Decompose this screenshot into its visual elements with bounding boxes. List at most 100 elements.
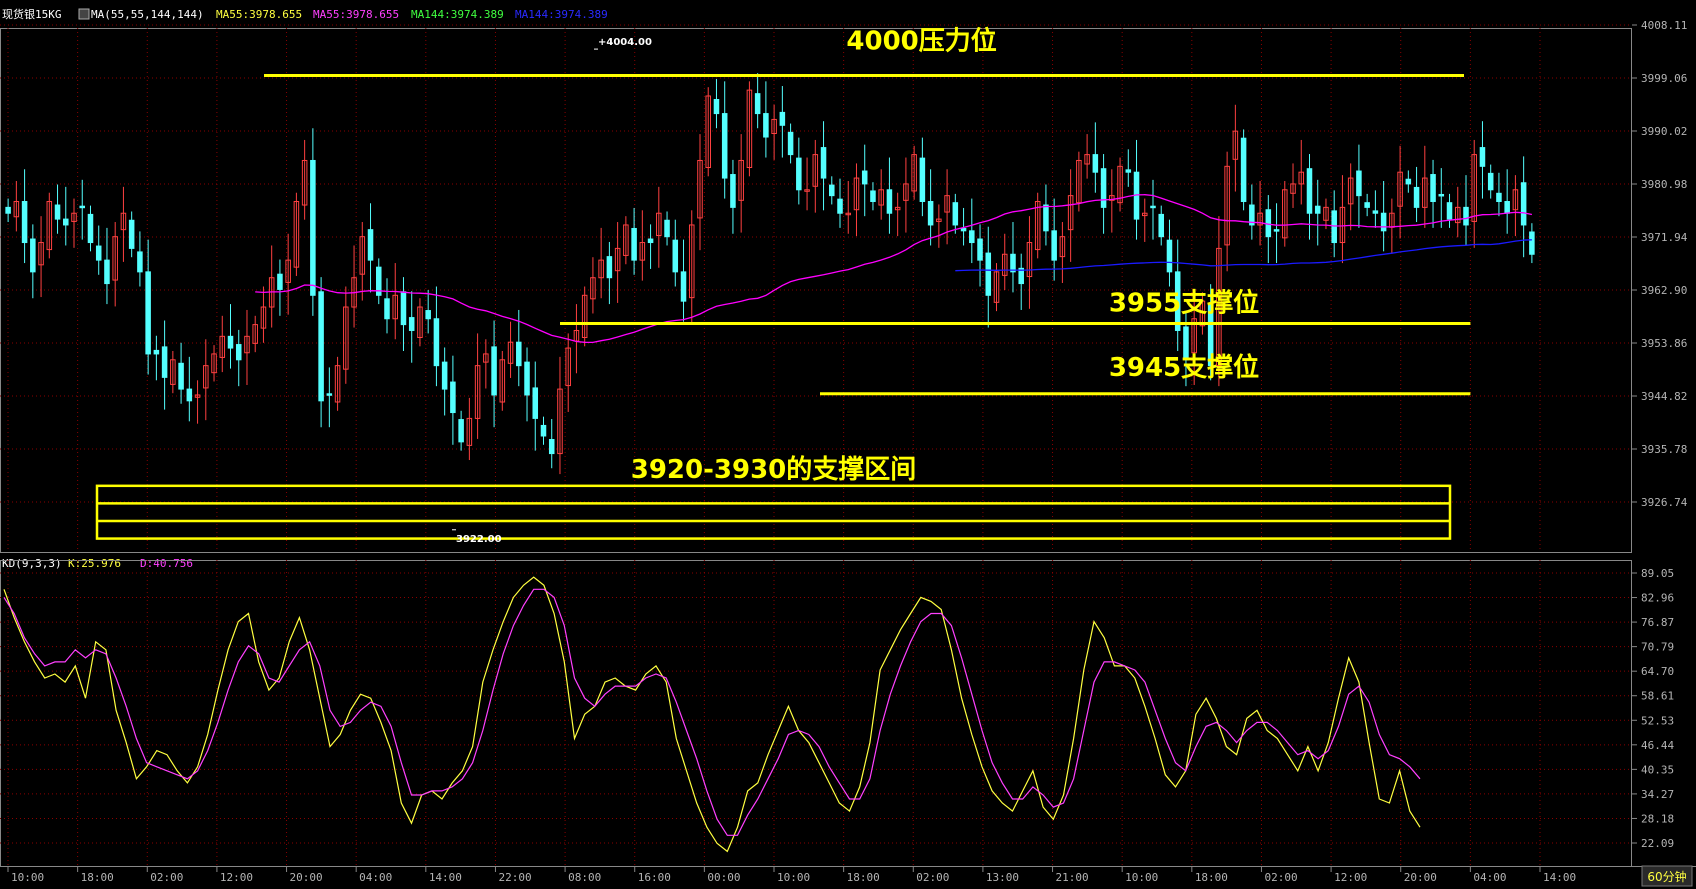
x-tick-label: 02:00 (1264, 871, 1297, 884)
candle-body (1092, 154, 1099, 173)
x-tick-label: 14:00 (1543, 871, 1576, 884)
candle-body (1051, 230, 1057, 261)
candle-body (672, 239, 679, 273)
main-y-tick-label: 3944.82 (1641, 390, 1687, 403)
candle-body (647, 238, 654, 244)
x-tick-label: 18:00 (1195, 871, 1228, 884)
main-y-tick-label: 3999.06 (1641, 72, 1687, 85)
symbol-label: 现货银15KG (2, 7, 62, 21)
kd-y-tick-label: 22.09 (1641, 837, 1674, 850)
candle-body (779, 111, 786, 126)
x-tick-label: 14:00 (429, 871, 462, 884)
candle-body (277, 273, 283, 290)
candle-body (606, 256, 613, 279)
kd-y-tick-label: 40.35 (1641, 763, 1674, 776)
candle-body (54, 204, 61, 220)
timeframe-badge[interactable]: 60分钟 (1641, 865, 1693, 887)
kd-y-tick-label: 70.79 (1641, 641, 1674, 654)
candle-body (95, 245, 102, 261)
kd-y-tick-label: 46.44 (1641, 739, 1674, 752)
candle-body (128, 219, 135, 249)
kd-y-tick-label: 58.61 (1641, 690, 1674, 703)
candle-body (1364, 202, 1370, 208)
candle-body (63, 218, 69, 226)
main-y-tick-label: 4008.11 (1641, 19, 1687, 32)
candle-body (969, 230, 975, 244)
level-label: 4000压力位 (846, 25, 996, 56)
kd-y-tick-label: 82.96 (1641, 592, 1674, 605)
candle-body (408, 317, 415, 331)
kd-y-tick-label: 52.53 (1641, 714, 1674, 727)
candle-body (227, 335, 234, 349)
x-tick-label: 20:00 (290, 871, 323, 884)
candle-body (1166, 239, 1173, 273)
candle-body (721, 113, 728, 179)
candle-body (1504, 201, 1510, 214)
candle-body (1100, 168, 1107, 208)
candle-body (425, 310, 431, 320)
candle-body (400, 291, 407, 326)
ma-label: MA(55,55,144,144) (91, 8, 204, 21)
candle-body (1331, 210, 1337, 244)
candle-body (367, 229, 374, 261)
candle-body (458, 419, 464, 443)
x-tick-label: 16:00 (638, 871, 671, 884)
kd-y-tick-label: 28.18 (1641, 812, 1674, 825)
kd-y-tick-label: 34.27 (1641, 788, 1674, 801)
x-tick-label: 22:00 (498, 871, 531, 884)
x-tick-label: 21:00 (1056, 871, 1089, 884)
candle-body (713, 99, 720, 115)
candle-body (441, 361, 448, 390)
kd-k-line (3, 576, 1421, 853)
x-tick-label: 02:00 (150, 871, 183, 884)
indicator-settings-icon[interactable] (78, 8, 90, 20)
candle-body (886, 189, 893, 214)
level-label: 3945支撑位 (1109, 352, 1259, 383)
candle-body (1479, 147, 1486, 167)
main-y-tick-label: 3980.98 (1641, 178, 1687, 191)
support-zone-label: 3920-3930的支撑区间 (631, 454, 917, 485)
candle-body (1405, 178, 1412, 185)
candle-body (1240, 137, 1247, 203)
candle-body (540, 424, 547, 437)
candle-body (178, 362, 184, 390)
candle-body (104, 259, 110, 285)
candle-body (450, 381, 456, 414)
x-tick-label: 10:00 (777, 871, 810, 884)
candle-body (1273, 229, 1280, 232)
kd-chart-header: KD(9,3,3) K:25.976 D:40.756 (2, 557, 193, 570)
x-tick-label: 08:00 (568, 871, 601, 884)
price-mark-label: 3922.00 (456, 534, 502, 545)
main-y-tick-label: 3926.74 (1641, 496, 1688, 509)
kd-k-value: K:25.976 (68, 557, 121, 570)
candle-body (235, 344, 242, 361)
kd-y-tick-label: 76.87 (1641, 616, 1674, 629)
kd-y-tick-label: 89.05 (1641, 567, 1674, 580)
candle-body (1463, 206, 1469, 226)
ma144-line (955, 239, 1532, 272)
candle-body (1372, 210, 1379, 214)
ma144-b-value: MA144:3974.389 (515, 8, 608, 21)
candle-body (524, 361, 530, 396)
candle-body (161, 346, 168, 378)
candle-body (491, 346, 497, 396)
candle-body (1306, 168, 1313, 214)
candle-body (5, 206, 11, 214)
main-y-tick-label: 3990.02 (1641, 125, 1687, 138)
candle-body (1158, 213, 1165, 238)
candle-body (137, 251, 143, 273)
candle-body (318, 291, 324, 402)
price-mark-label: +4004.00 (598, 37, 652, 48)
candle-body (754, 93, 761, 115)
candle-body (1314, 205, 1321, 214)
candle-body (1487, 172, 1494, 191)
candle-body (787, 131, 794, 156)
chart-canvas: 现货银15KG MA(55,55,144,144) MA55:3978.655 … (0, 7, 1696, 887)
candle-body (664, 219, 670, 238)
candle-body (985, 252, 992, 296)
candle-body (1265, 209, 1272, 238)
candle-body (730, 174, 736, 208)
ma144-a-value: MA144:3974.389 (411, 8, 504, 21)
candle-body (310, 159, 316, 296)
candle-body (1529, 231, 1535, 255)
